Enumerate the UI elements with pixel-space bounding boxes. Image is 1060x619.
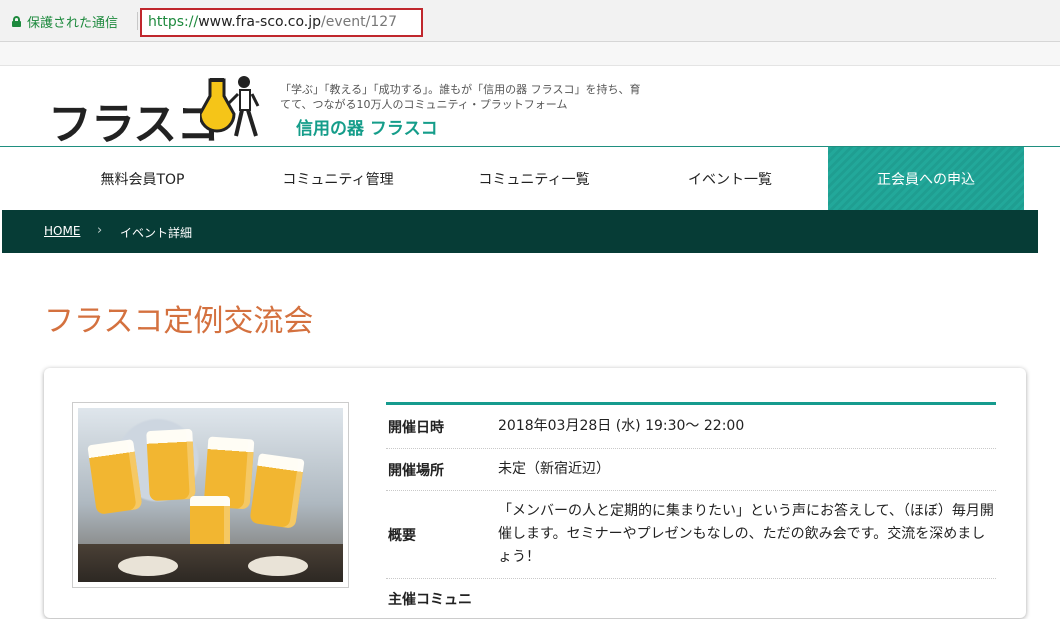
nav-community-management[interactable]: コミュニティ管理 [240, 147, 436, 210]
site-logo[interactable]: フラスコ [48, 88, 220, 152]
detail-label: 概要 [388, 527, 416, 544]
chevron-right-icon: › [97, 223, 103, 238]
bookmarks-bar [0, 42, 1060, 66]
site-header: フラスコ 「学ぶ」「教える」「成功する」。誰もが「信用の器 フラスコ」を持ち、育… [0, 66, 1060, 150]
beer-toast-image [78, 408, 343, 582]
url-field[interactable]: https://www.fra-sco.co.jp/event/127 [140, 8, 423, 37]
detail-value: 2018年03月28日 (水) 19:30～ 22:00 [498, 418, 745, 434]
beer-mug [249, 453, 305, 529]
beer-mug [146, 428, 196, 502]
detail-value: 「メンバーの人と定期的に集まりたい」という声にお答えして、（ほぼ）毎月開催します… [498, 503, 994, 565]
event-details-table: 開催日時 2018年03月28日 (水) 19:30～ 22:00 開催場所 未… [386, 402, 996, 619]
detail-row-venue: 開催場所 未定（新宿近辺） [386, 449, 996, 491]
url-host: www.fra-sco.co.jp [198, 14, 322, 30]
detail-label: 開催場所 [388, 462, 444, 479]
event-photo [72, 402, 349, 588]
nav-community-list[interactable]: コミュニティ一覧 [436, 147, 632, 210]
url-path: /event/127 [321, 14, 398, 30]
breadcrumb: HOME › イベント詳細 [2, 210, 1038, 253]
detail-row-organizer: 主催コミュニ [386, 579, 996, 619]
beer-mug [87, 439, 143, 515]
nav-free-member-top[interactable]: 無料会員TOP [45, 147, 240, 210]
brand-name: 信用の器 フラスコ [296, 119, 438, 139]
detail-value: 未定（新宿近辺） [498, 461, 610, 477]
detail-label: 開催日時 [388, 419, 444, 436]
detail-row-datetime: 開催日時 2018年03月28日 (水) 19:30～ 22:00 [386, 405, 996, 449]
secure-indicator[interactable]: 保護された通信 [12, 12, 118, 31]
tagline: 「学ぶ」「教える」「成功する」。誰もが「信用の器 フラスコ」を持ち、育てて、つな… [280, 83, 641, 111]
lock-icon [12, 16, 21, 27]
url-scheme: https:// [148, 14, 199, 30]
plate [248, 556, 308, 576]
flask-mascot-icon [200, 76, 260, 137]
nav-apply-full-member-button[interactable]: 正会員への申込 [828, 147, 1024, 210]
detail-label: 主催コミュニ [388, 592, 472, 608]
secure-label: 保護された通信 [27, 16, 119, 31]
detail-row-summary: 概要 「メンバーの人と定期的に集まりたい」という声にお答えして、（ほぼ）毎月開催… [386, 491, 996, 579]
browser-address-bar: 保護された通信 https://www.fra-sco.co.jp/event/… [0, 0, 1060, 42]
plate [118, 556, 178, 576]
nav-event-list[interactable]: イベント一覧 [632, 147, 828, 210]
event-card: 開催日時 2018年03月28日 (水) 19:30～ 22:00 開催場所 未… [44, 368, 1026, 618]
page-title: フラスコ定例交流会 [44, 304, 314, 339]
divider [137, 12, 138, 30]
breadcrumb-current: イベント詳細 [120, 226, 193, 240]
main-nav: 無料会員TOP コミュニティ管理 コミュニティ一覧 イベント一覧 正会員への申込 [0, 146, 1060, 210]
breadcrumb-home-link[interactable]: HOME [44, 224, 80, 238]
